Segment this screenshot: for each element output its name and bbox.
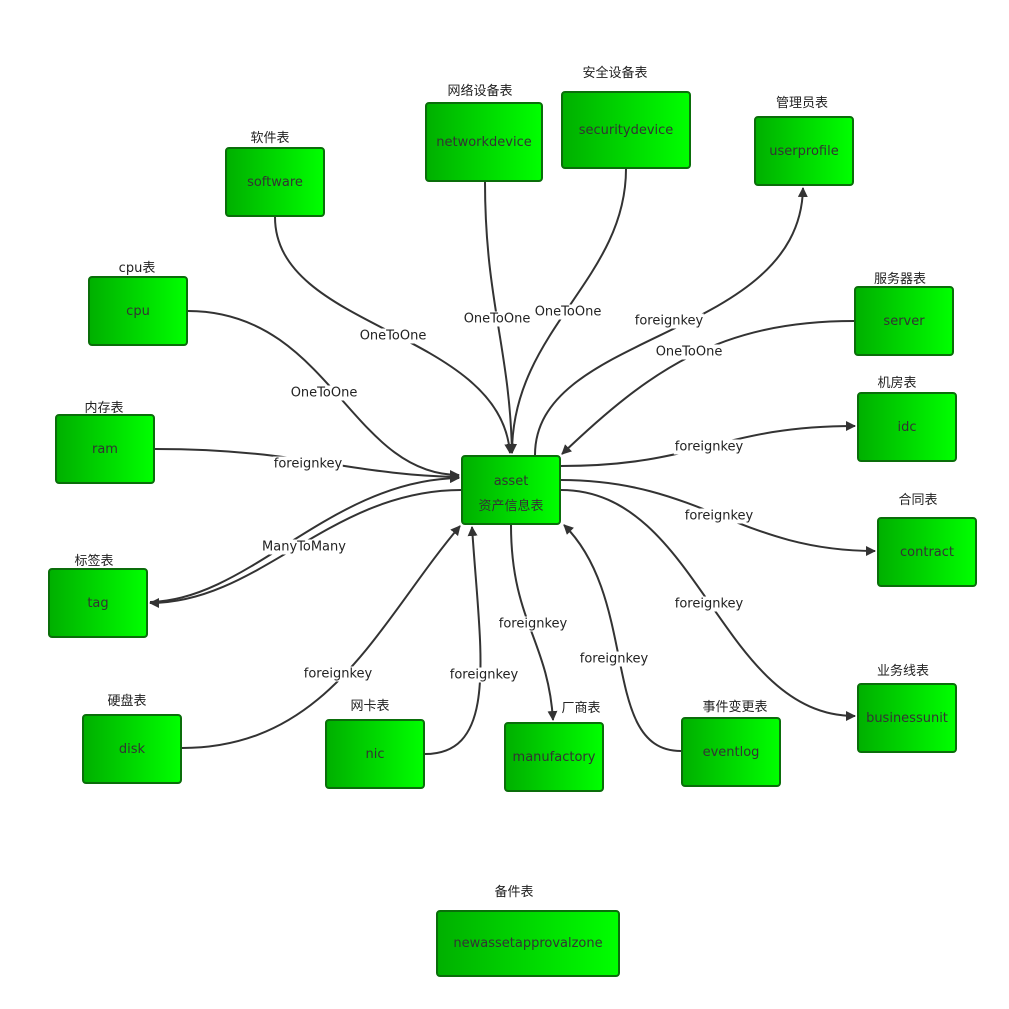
edge-label: foreignkey <box>633 313 705 329</box>
node-securitydevice[interactable]: securitydevice <box>561 91 691 169</box>
edge-label: foreignkey <box>578 651 650 667</box>
node-caption: 管理员表 <box>775 96 829 111</box>
node-contract[interactable]: contract <box>877 517 977 587</box>
node-userprofile[interactable]: userprofile <box>754 116 854 186</box>
edge-label: OneToOne <box>289 385 359 401</box>
node-caption: 事件变更表 <box>702 700 768 715</box>
node-name: eventlog <box>702 744 760 760</box>
node-name: asset <box>493 474 529 489</box>
node-name: tag <box>87 595 109 611</box>
node-name: contract <box>900 544 954 560</box>
node-name: software <box>247 174 303 190</box>
edge-label: foreignkey <box>497 616 569 632</box>
node-ram[interactable]: ram <box>55 414 155 484</box>
node-caption: 厂商表 <box>561 701 601 716</box>
node-cpu[interactable]: cpu <box>88 276 188 346</box>
node-name: manufactory <box>512 749 596 765</box>
node-name: networkdevice <box>436 134 532 150</box>
node-caption: 服务器表 <box>873 272 927 287</box>
node-tag[interactable]: tag <box>48 568 148 638</box>
node-name: newassetapprovalzone <box>453 936 603 951</box>
node-manufactory[interactable]: manufactory <box>504 722 604 792</box>
node-server[interactable]: server <box>854 286 954 356</box>
node-name: disk <box>118 741 146 757</box>
node-caption: 备件表 <box>494 885 534 900</box>
node-caption: 资产信息表 <box>478 499 544 514</box>
edge-label: OneToOne <box>533 304 603 320</box>
node-caption: 硬盘表 <box>107 694 147 709</box>
node-caption: 安全设备表 <box>582 66 648 81</box>
edge-label: foreignkey <box>673 596 745 612</box>
edge-label: foreignkey <box>272 456 344 472</box>
node-caption: 标签表 <box>74 554 114 569</box>
edge-label: OneToOne <box>654 344 724 360</box>
node-businessunit[interactable]: businessunit <box>857 683 957 753</box>
edge-disk-asset <box>181 525 461 749</box>
edge-label: foreignkey <box>448 667 520 683</box>
node-name: idc <box>897 419 917 435</box>
edge-label: foreignkey <box>683 508 755 524</box>
edge-label: ManyToMany <box>261 539 347 555</box>
node-caption: cpu表 <box>118 261 156 276</box>
node-asset[interactable]: asset 资产信息表 <box>461 455 561 525</box>
node-name: businessunit <box>866 710 948 726</box>
node-caption: 机房表 <box>877 376 917 391</box>
er-diagram: OneToOne OneToOne OneToOne foreignkey On… <box>0 0 1009 1009</box>
node-caption: 网卡表 <box>350 699 390 714</box>
node-name: ram <box>92 441 118 457</box>
node-name: userprofile <box>769 143 839 159</box>
node-eventlog[interactable]: eventlog <box>681 717 781 787</box>
node-disk[interactable]: disk <box>82 714 182 784</box>
node-idc[interactable]: idc <box>857 392 957 462</box>
node-software[interactable]: software <box>225 147 325 217</box>
edge-label: OneToOne <box>358 328 428 344</box>
node-nic[interactable]: nic <box>325 719 425 789</box>
node-name: securitydevice <box>578 122 674 138</box>
node-name: cpu <box>126 303 150 319</box>
node-newassetapprovalzone[interactable]: newassetapprovalzone <box>436 910 620 977</box>
node-name: server <box>883 313 925 329</box>
edge-label: OneToOne <box>462 311 532 327</box>
edge-label: foreignkey <box>302 666 374 682</box>
edge-label: foreignkey <box>673 439 745 455</box>
edge-server-asset <box>561 320 855 455</box>
node-networkdevice[interactable]: networkdevice <box>425 102 543 182</box>
node-caption: 业务线表 <box>876 664 930 679</box>
node-caption: 软件表 <box>250 131 290 146</box>
node-caption: 网络设备表 <box>447 84 513 99</box>
node-caption: 合同表 <box>898 493 938 508</box>
node-name: nic <box>365 746 385 762</box>
edge-eventlog-asset <box>563 524 682 752</box>
